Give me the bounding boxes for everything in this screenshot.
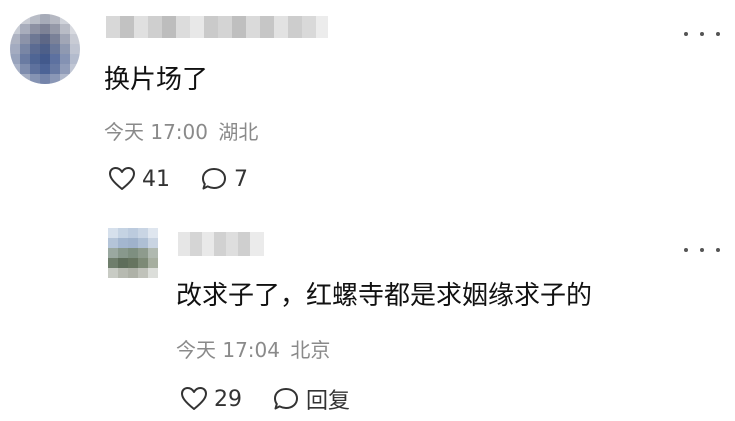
reply-item: 改求子了，红螺寺都是求姻缘求子的 今天 17:04 北京 29 回复 <box>0 210 735 421</box>
like-button[interactable]: 29 <box>180 386 242 412</box>
comment-actions: 41 7 <box>108 166 248 192</box>
comment-text: 改求子了，红螺寺都是求姻缘求子的 <box>176 281 593 311</box>
more-options-icon[interactable] <box>684 243 720 257</box>
like-button[interactable]: 41 <box>108 166 170 192</box>
reply-button[interactable]: 回复 <box>272 383 350 415</box>
comment-meta: 今天 17:04 北京 <box>176 338 330 362</box>
avatar[interactable] <box>108 228 158 278</box>
comment-text: 换片场了 <box>104 65 209 95</box>
reply-count: 7 <box>234 166 248 192</box>
comment-bubble-icon <box>274 388 298 410</box>
comment-time: 今天 17:00 <box>104 120 208 144</box>
comment-item: 换片场了 今天 17:00 湖北 41 7 <box>0 0 735 210</box>
username-pixelated[interactable] <box>106 16 328 38</box>
more-options-icon[interactable] <box>684 27 720 41</box>
reply-label: 回复 <box>306 389 351 414</box>
comment-meta: 今天 17:00 湖北 <box>104 120 258 144</box>
reply-button[interactable]: 7 <box>200 166 248 192</box>
avatar[interactable] <box>10 14 80 84</box>
heart-icon <box>109 167 135 190</box>
comment-bubble-icon <box>202 168 226 190</box>
like-count: 29 <box>214 386 242 412</box>
comment-time: 今天 17:04 <box>176 338 280 362</box>
heart-icon <box>181 387 207 410</box>
comment-location: 湖北 <box>218 120 259 144</box>
username-pixelated[interactable] <box>178 232 264 256</box>
like-count: 41 <box>142 166 170 192</box>
comment-actions: 29 回复 <box>180 383 350 415</box>
comment-location: 北京 <box>290 338 331 362</box>
